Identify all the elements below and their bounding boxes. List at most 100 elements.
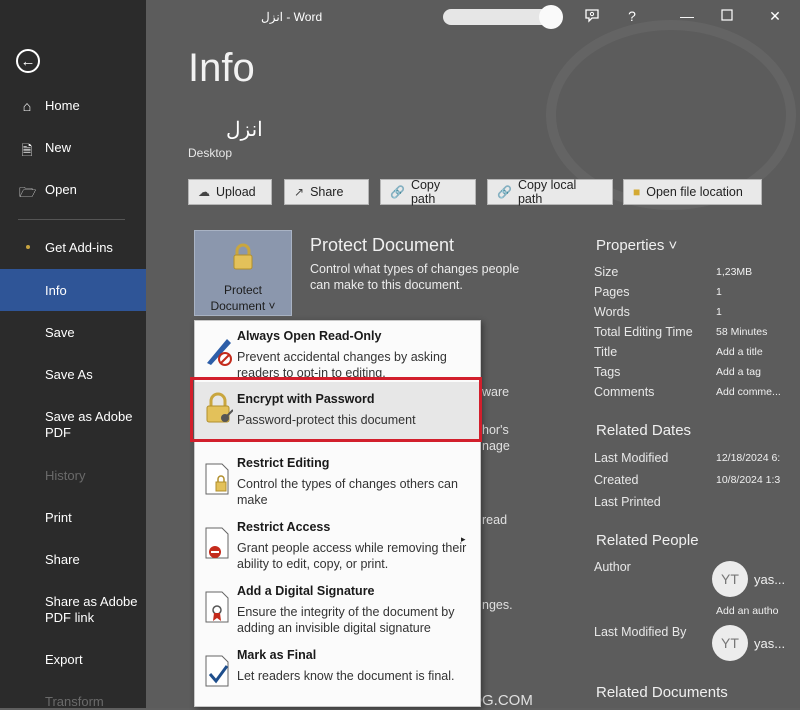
- button-label: Copy local path: [517, 178, 577, 206]
- sidebar-active-highlight: [0, 269, 146, 311]
- pencil-no-icon: [207, 339, 232, 366]
- properties-heading[interactable]: Properties ˅: [596, 237, 677, 254]
- menu-item-title: Always Open Read-Only: [237, 329, 382, 343]
- related-dates-heading: Related Dates: [596, 422, 692, 439]
- sidebar-item-label: Share: [45, 552, 80, 567]
- doc-check-icon: [205, 655, 229, 687]
- link-icon: 🔗: [390, 185, 405, 199]
- comments-input[interactable]: Add comme...: [716, 386, 781, 398]
- button-label: Open file location: [646, 185, 743, 199]
- background-text: nges.: [482, 598, 513, 612]
- background-text: nage: [482, 439, 510, 453]
- page-title: Info: [188, 46, 255, 90]
- add-author-link[interactable]: Add an autho: [716, 605, 778, 617]
- help-icon[interactable]: ?: [623, 8, 641, 24]
- background-text: hor's: [482, 423, 509, 437]
- button-label: Share: [310, 185, 344, 199]
- back-arrow-icon[interactable]: ←: [16, 49, 40, 73]
- sidebar-item-label: New: [45, 140, 72, 155]
- property-value: 1: [716, 286, 722, 298]
- document-location: Desktop: [188, 146, 233, 160]
- background-text: ware: [482, 385, 510, 399]
- last-modified-by-name[interactable]: yas...: [754, 636, 785, 651]
- copy-local-path-button[interactable]: 🔗 Copy local path: [487, 178, 613, 206]
- property-key: Pages: [594, 285, 630, 299]
- minimize-icon[interactable]: —: [678, 8, 696, 24]
- protect-document-desc: Control what types of changes people can…: [310, 262, 520, 292]
- maximize-icon[interactable]: [718, 8, 736, 24]
- property-value: 1,23MB: [716, 266, 753, 278]
- menu-item-desc: Control the types of changes others can …: [237, 477, 458, 507]
- upload-cloud-icon: ☁: [198, 185, 210, 199]
- close-icon[interactable]: ✕: [766, 8, 784, 25]
- property-key: Comments: [594, 385, 655, 399]
- feedback-icon[interactable]: [583, 8, 601, 27]
- sidebar-item-label: Save as Adobe PDF: [45, 409, 133, 440]
- button-label: Copy path: [410, 178, 441, 206]
- document-name: انزل: [226, 119, 263, 141]
- property-key: Last Printed: [594, 495, 661, 509]
- menu-item-desc: Ensure the integrity of the document by …: [237, 605, 455, 635]
- doc-lock-icon: [205, 463, 229, 495]
- property-key: Last Modified By: [594, 625, 687, 639]
- property-key: Size: [594, 265, 619, 279]
- menu-item-title: Restrict Editing: [237, 456, 330, 470]
- sidebar-item-label: Save: [45, 325, 75, 340]
- open-folder-icon: 🗁: [19, 184, 37, 200]
- sidebar-item-label: Home: [45, 98, 80, 113]
- backstage-sidebar: ← ⌂ Home 🗎 New 🗁 Open Get Add-ins Info S…: [0, 0, 146, 709]
- submenu-arrow-icon: ▸: [461, 534, 466, 544]
- encrypt-highlight-box: [190, 377, 482, 442]
- sidebar-item-label: Info: [45, 283, 67, 298]
- upload-button[interactable]: ☁ Upload: [188, 179, 272, 205]
- avatar[interactable]: YT: [712, 561, 748, 597]
- tile-label-line2: Document ˅: [210, 299, 276, 313]
- menu-item-desc: Let readers know the document is final.: [237, 669, 455, 683]
- property-value: 58 Minutes: [716, 326, 768, 338]
- background-text: read: [482, 513, 508, 527]
- sidebar-item-label: Open: [45, 182, 77, 197]
- property-key: Words: [594, 305, 630, 319]
- open-file-location-button[interactable]: ■ Open file location: [623, 179, 762, 205]
- sidebar-item-label: Print: [45, 510, 72, 525]
- copy-path-button[interactable]: 🔗 Copy path: [380, 178, 476, 206]
- related-people-heading: Related People: [596, 532, 699, 549]
- property-key: Last Modified: [594, 451, 669, 465]
- title-input[interactable]: Add a title: [716, 346, 763, 358]
- doc-restrict-icon: [205, 527, 229, 559]
- menu-item-title: Mark as Final: [237, 648, 317, 662]
- property-value: 1: [716, 306, 722, 318]
- sidebar-divider: [18, 219, 125, 220]
- sidebar-item-label: Export: [45, 652, 83, 667]
- doc-ribbon-icon: [205, 591, 229, 623]
- account-user[interactable]: [443, 5, 563, 29]
- tags-input[interactable]: Add a tag: [716, 366, 761, 378]
- sidebar-item-label: Get Add-ins: [45, 240, 113, 255]
- author-name[interactable]: yas...: [754, 572, 785, 587]
- protect-document-button[interactable]: Protect Document ˅: [194, 230, 292, 316]
- folder-icon: ■: [633, 185, 641, 199]
- menu-item-title: Restrict Access: [237, 520, 331, 534]
- tile-label-line1: Protect: [223, 283, 262, 297]
- protect-document-title: Protect Document: [310, 235, 455, 255]
- new-indicator-dot: [26, 245, 30, 249]
- property-key: Total Editing Time: [594, 325, 693, 339]
- avatar[interactable]: YT: [712, 625, 748, 661]
- menu-item-desc: Grant people access while removing their…: [237, 541, 467, 571]
- property-key: Tags: [594, 365, 621, 379]
- property-key: Created: [594, 473, 639, 487]
- window-title: انزل - Word: [261, 10, 323, 24]
- button-label: Upload: [216, 185, 256, 199]
- property-value: 12/18/2024 6:: [716, 452, 781, 464]
- share-button[interactable]: ↗ Share: [284, 179, 369, 205]
- share-icon: ↗: [294, 185, 305, 199]
- link-icon: 🔗: [497, 185, 512, 199]
- sidebar-item-label: Save As: [45, 367, 93, 382]
- property-value: 10/8/2024 1:3: [716, 474, 781, 486]
- sidebar-item-label: Share as Adobe PDF link: [45, 594, 138, 625]
- new-doc-icon: 🗎: [21, 142, 33, 158]
- sidebar-item-label: History: [45, 468, 86, 483]
- property-key: Author: [594, 560, 631, 574]
- home-icon: ⌂: [22, 98, 32, 114]
- property-key: Title: [594, 345, 618, 359]
